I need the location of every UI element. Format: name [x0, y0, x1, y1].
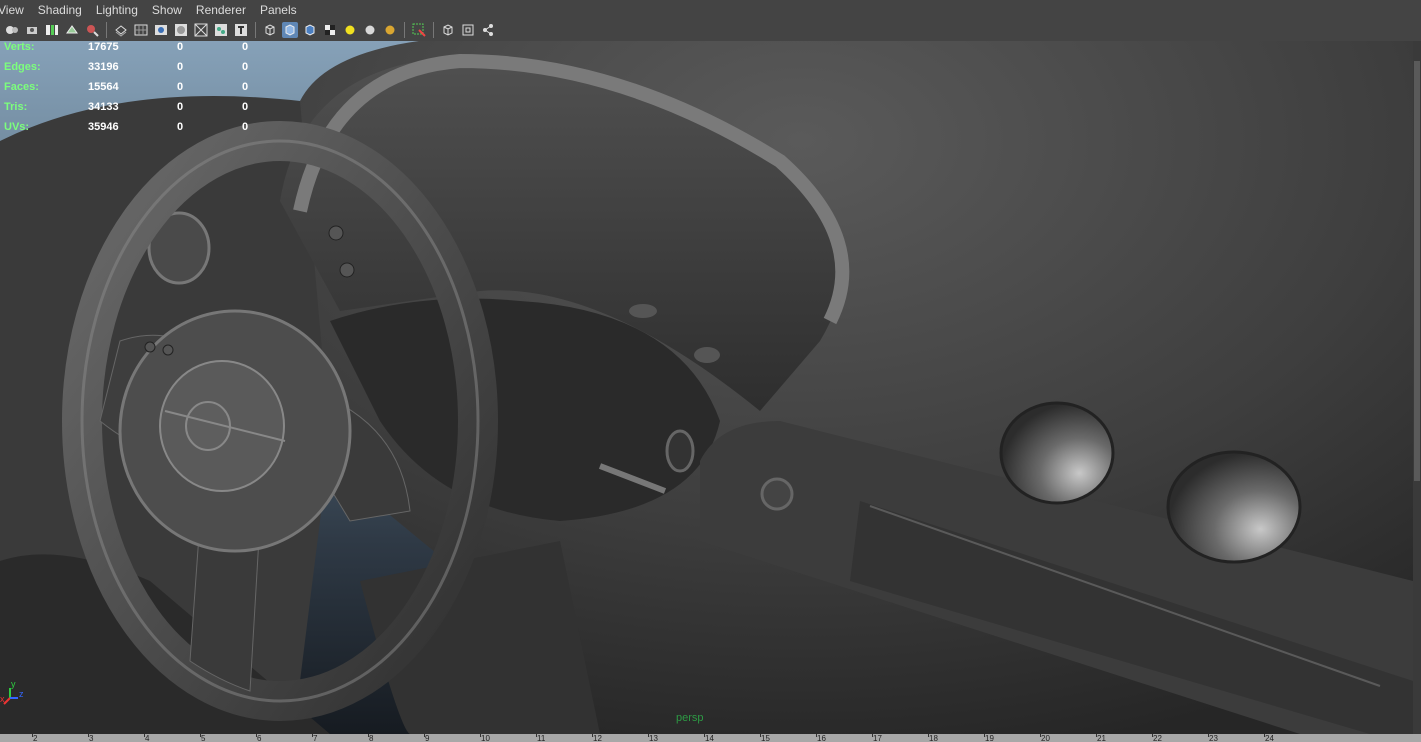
timeline-tick-label: 20: [1041, 734, 1050, 742]
hud-value: 0: [242, 121, 249, 133]
camera-name-label: persp: [676, 712, 704, 724]
car-interior-model: [0, 41, 1413, 734]
hud-value: 0: [242, 61, 249, 73]
timeline-tick-label: 8: [369, 734, 374, 742]
hud-value: 17675: [88, 41, 119, 53]
all-lights-icon[interactable]: [362, 22, 378, 38]
film-gate-icon[interactable]: [84, 22, 100, 38]
hud-value: 0: [177, 81, 184, 93]
checker-icon[interactable]: [322, 22, 338, 38]
timeline-tick-label: 10: [481, 734, 490, 742]
toolbar-separator: [106, 22, 107, 38]
scrollbar-thumb[interactable]: [1414, 61, 1420, 481]
axis-y-label: y: [11, 679, 16, 689]
camera-attributes-icon[interactable]: [4, 22, 20, 38]
3d-viewport[interactable]: Verts: 17675 0 0 Edges: 33196 0 0 Faces:…: [0, 41, 1413, 734]
hud-value: 35946: [88, 121, 119, 133]
timeline-tick-label: 9: [425, 734, 430, 742]
menu-panels[interactable]: Panels: [260, 3, 297, 17]
flat-light-icon[interactable]: [382, 22, 398, 38]
timeline-tick-label: 16: [817, 734, 826, 742]
hud-label: Verts:: [4, 41, 35, 53]
xray-icon[interactable]: [213, 22, 229, 38]
textured-cube-icon[interactable]: [302, 22, 318, 38]
wireframe-cube-icon[interactable]: [262, 22, 278, 38]
menu-view[interactable]: View: [0, 3, 24, 17]
menu-renderer[interactable]: Renderer: [196, 3, 246, 17]
timeline-tick-label: 6: [257, 734, 262, 742]
axis-x-label: x: [0, 694, 5, 704]
isolate-icon[interactable]: [233, 22, 249, 38]
viewport-toolbar: [0, 19, 1421, 41]
hud-label: Tris:: [4, 101, 28, 113]
hud-label: Faces:: [4, 81, 39, 93]
timeline-tick-label: 17: [873, 734, 882, 742]
timeline-tick-label: 3: [89, 734, 94, 742]
select-camera-icon[interactable]: [411, 22, 427, 38]
hud-value: 0: [177, 101, 184, 113]
hud-label: UVs:: [4, 121, 30, 133]
frame-all-icon[interactable]: [460, 22, 476, 38]
toolbar-separator: [433, 22, 434, 38]
timeline-tick-label: 15: [761, 734, 770, 742]
cube-icon[interactable]: [440, 22, 456, 38]
smooth-shade-icon[interactable]: [153, 22, 169, 38]
timeline-tick-label: 22: [1153, 734, 1162, 742]
hud-value: 0: [177, 41, 184, 53]
menu-show[interactable]: Show: [152, 3, 182, 17]
hud-value: 0: [242, 41, 249, 53]
hud-value: 0: [177, 61, 184, 73]
timeline-tick-label: 24: [1265, 734, 1274, 742]
viewport-scrollbar[interactable]: [1413, 41, 1421, 734]
graph-icon[interactable]: [480, 22, 496, 38]
timeline-tick-label: 14: [705, 734, 714, 742]
timeline-tick-label: 7: [313, 734, 318, 742]
timeline-tick-label: 2: [33, 734, 38, 742]
timeline-tick-label: 21: [1097, 734, 1106, 742]
hud-value: 33196: [88, 61, 119, 73]
toolbar-separator: [404, 22, 405, 38]
timeline-tick-label: 13: [649, 734, 658, 742]
timeline-tick-label: 18: [929, 734, 938, 742]
menu-shading[interactable]: Shading: [38, 3, 82, 17]
hud-label: Edges:: [4, 61, 41, 73]
timeline-tick-label: 19: [985, 734, 994, 742]
hud-value: 15564: [88, 81, 119, 93]
timeline-tick-label: 4: [145, 734, 150, 742]
grid-icon[interactable]: [64, 22, 80, 38]
time-slider[interactable]: 2 3 4 5 6 7 8 9 10 11 12 13 14 15 16 17 18 19 20 21 22 23 24: [0, 734, 1421, 742]
toolbar-separator: [255, 22, 256, 38]
timeline-tick-label: 11: [537, 734, 546, 742]
hud-value: 0: [242, 81, 249, 93]
axis-z-label: z: [19, 689, 24, 699]
default-light-icon[interactable]: [342, 22, 358, 38]
resolution-gate-icon[interactable]: [113, 22, 129, 38]
lights-icon[interactable]: [193, 22, 209, 38]
timeline-tick-label: 12: [593, 734, 602, 742]
wireframe-icon[interactable]: [133, 22, 149, 38]
menu-lighting[interactable]: Lighting: [96, 3, 138, 17]
timeline-tick-label: 5: [201, 734, 206, 742]
bookmark-icon[interactable]: [24, 22, 40, 38]
textured-icon[interactable]: [173, 22, 189, 38]
axis-gizmo-icon: y x z: [0, 679, 24, 705]
hud-value: 0: [177, 121, 184, 133]
image-plane-icon[interactable]: [44, 22, 60, 38]
menu-bar: View Shading Lighting Show Renderer Pane…: [0, 0, 1421, 19]
hud-value: 0: [242, 101, 249, 113]
shaded-cube-icon[interactable]: [282, 22, 298, 38]
hud-value: 34133: [88, 101, 119, 113]
timeline-tick-label: 23: [1209, 734, 1218, 742]
